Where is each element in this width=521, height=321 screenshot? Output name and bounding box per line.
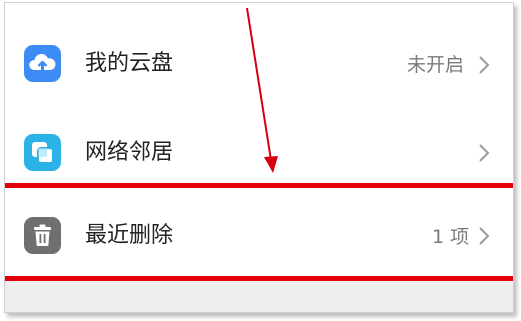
highlight-line-top [5, 183, 513, 188]
recently-deleted-count: 1 项 [432, 226, 470, 248]
list-item-my-cloud[interactable]: 我的云盘 未开启 [5, 19, 513, 105]
chevron-right-icon [479, 56, 490, 74]
recently-deleted-label: 最近删除 [85, 223, 174, 248]
my-cloud-label: 我的云盘 [85, 51, 174, 76]
list-item-recently-deleted[interactable]: 最近删除 1 项 [5, 194, 513, 278]
section-gap [5, 278, 513, 312]
trash-icon [24, 217, 61, 254]
my-cloud-status: 未开启 [407, 54, 465, 76]
network-neighbor-icon [24, 134, 61, 171]
chevron-right-icon [479, 144, 490, 162]
network-neighbors-label: 网络邻居 [85, 140, 174, 165]
screenshot-frame: 我的云盘 未开启 网络邻居 最近删除 1 项 [0, 0, 521, 321]
settings-list-card: 我的云盘 未开启 网络邻居 最近删除 1 项 [4, 2, 514, 313]
list-item-network-neighbors[interactable]: 网络邻居 [5, 107, 513, 189]
chevron-right-icon [479, 227, 490, 245]
cloud-drive-icon [24, 45, 61, 82]
highlight-line-bottom [5, 276, 513, 281]
